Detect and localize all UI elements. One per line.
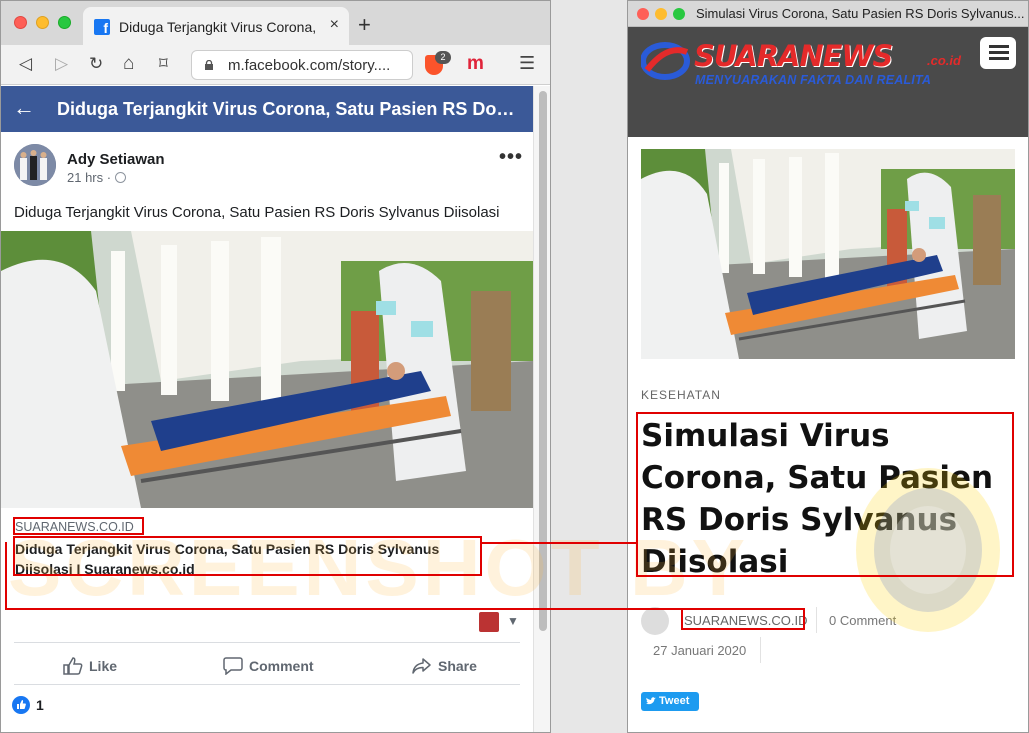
close-window-button[interactable] xyxy=(637,8,649,20)
reload-icon[interactable]: ↻ xyxy=(89,53,103,75)
share-as-avatar[interactable] xyxy=(479,612,499,632)
extension-icon[interactable]: m xyxy=(467,53,484,75)
bookmark-icon[interactable]: ⌑ xyxy=(159,53,168,75)
post-text: Diduga Terjangkit Virus Corona, Satu Pas… xyxy=(14,204,500,221)
hospital-photo xyxy=(641,149,1015,359)
tweet-button[interactable]: Tweet xyxy=(641,692,699,711)
logo-name[interactable]: SUARANEWS xyxy=(694,39,893,73)
minimize-window-button[interactable] xyxy=(655,8,667,20)
caret-down-icon[interactable]: ▼ xyxy=(507,614,519,628)
tab-strip: f Diduga Terjangkit Virus Corona, Sa × + xyxy=(1,1,550,45)
avatar[interactable] xyxy=(14,144,56,186)
facebook-browser-window: f Diduga Terjangkit Virus Corona, Sa × +… xyxy=(0,0,551,733)
article-photo xyxy=(641,149,1015,359)
connector-line xyxy=(5,608,681,610)
lock-icon xyxy=(205,60,213,70)
connector-line xyxy=(482,542,637,544)
author-avatar xyxy=(641,607,669,635)
like-count[interactable]: 1 xyxy=(36,697,44,713)
more-options-icon[interactable]: ••• xyxy=(499,146,523,169)
suaranews-logo-icon[interactable] xyxy=(641,40,693,82)
comment-button[interactable]: Comment xyxy=(223,657,314,676)
twitter-bird-icon xyxy=(646,697,656,705)
post-photo[interactable] xyxy=(1,231,533,508)
thumbs-up-icon xyxy=(63,657,83,675)
logo-tld: .co.id xyxy=(927,53,961,68)
hospital-photo xyxy=(1,231,533,508)
avatar-image xyxy=(14,144,56,186)
facebook-header: ← Diduga Terjangkit Virus Corona, Satu P… xyxy=(1,86,533,132)
publish-date: 27 Januari 2020 xyxy=(653,643,747,658)
globe-icon xyxy=(115,172,126,183)
brave-count-badge: 2 xyxy=(435,51,451,64)
highlight-box-fb-title xyxy=(13,536,482,576)
share-button[interactable]: Share xyxy=(412,657,477,675)
share-label: Share xyxy=(438,658,477,674)
logo-tagline: MENYUARAKAN FAKTA DAN REALITA xyxy=(695,73,932,87)
address-bar[interactable]: m.facebook.com/story.... xyxy=(191,50,413,80)
highlight-box-headline xyxy=(636,412,1014,577)
scroll-thumb[interactable] xyxy=(539,91,547,631)
forward-icon[interactable]: ▷ xyxy=(55,53,68,75)
tweet-label: Tweet xyxy=(659,695,690,707)
title-bar: Simulasi Virus Corona, Satu Pasien RS Do… xyxy=(628,1,1028,27)
zoom-window-button[interactable] xyxy=(58,16,71,29)
back-icon[interactable]: ◁ xyxy=(19,53,32,75)
window-title: Simulasi Virus Corona, Satu Pasien RS Do… xyxy=(696,6,1025,21)
post-timestamp[interactable]: 21 hrs · xyxy=(67,170,111,185)
new-tab-button[interactable]: + xyxy=(358,12,371,38)
divider xyxy=(14,684,520,685)
comment-count[interactable]: 0 Comment xyxy=(829,613,896,628)
browser-toolbar: ◁ ▷ ↻ ⌂ ⌑ m.facebook.com/story.... 2 m ☰ xyxy=(1,45,550,85)
comment-label: Comment xyxy=(249,658,314,674)
url-text: m.facebook.com/story.... xyxy=(228,57,391,74)
tab-title: Diduga Terjangkit Virus Corona, Sa xyxy=(119,19,315,35)
like-button[interactable]: Like xyxy=(63,657,117,675)
scrollbar[interactable] xyxy=(533,86,550,732)
browser-tab[interactable]: f Diduga Terjangkit Virus Corona, Sa × xyxy=(83,7,349,45)
home-icon[interactable]: ⌂ xyxy=(123,53,134,75)
highlight-box-source xyxy=(681,608,805,630)
share-icon xyxy=(412,658,431,674)
highlight-box-fb-domain xyxy=(13,517,144,535)
connector-line xyxy=(5,542,7,610)
minimize-window-button[interactable] xyxy=(36,16,49,29)
category-label[interactable]: KESEHATAN xyxy=(641,388,721,402)
facebook-post: Ady Setiawan 21 hrs · ••• Diduga Terjang… xyxy=(1,132,533,732)
site-header: SUARANEWS .co.id MENYUARAKAN FAKTA DAN R… xyxy=(628,27,1028,137)
back-arrow-icon[interactable]: ← xyxy=(13,96,35,120)
like-reaction-icon xyxy=(12,696,30,714)
page-title: Diduga Terjangkit Virus Corona, Satu Pas… xyxy=(57,99,515,119)
tab-close-icon[interactable]: × xyxy=(330,16,339,34)
author-name[interactable]: Ady Setiawan xyxy=(67,151,165,168)
divider xyxy=(14,642,520,643)
zoom-window-button[interactable] xyxy=(673,8,685,20)
menu-icon[interactable]: ☰ xyxy=(519,53,535,74)
like-label: Like xyxy=(89,658,118,674)
divider xyxy=(816,607,817,633)
divider xyxy=(760,637,761,663)
hamburger-menu-icon[interactable] xyxy=(980,37,1016,69)
facebook-favicon-icon: f xyxy=(94,19,110,36)
close-window-button[interactable] xyxy=(14,16,27,29)
comment-icon xyxy=(223,657,243,676)
